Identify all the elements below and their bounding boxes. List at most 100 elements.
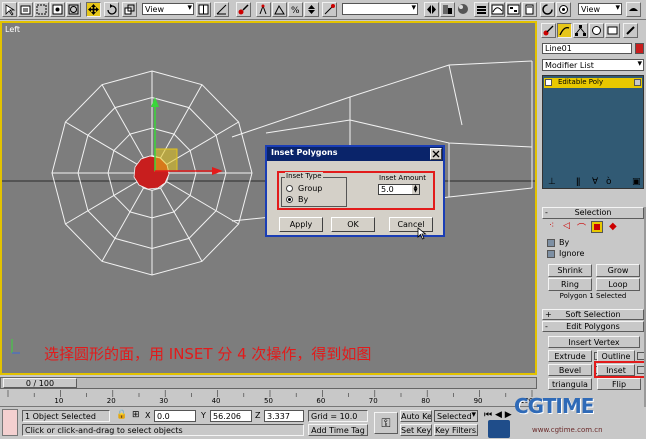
command-panel: Line01 Modifier List Editable Poly ⊥ ǁ ∀… — [539, 21, 646, 410]
show-end-result-icon[interactable]: ǁ — [576, 177, 580, 187]
utilities-tab-icon[interactable] — [623, 23, 638, 38]
select-and-move-icon[interactable] — [86, 2, 101, 17]
extrude-button[interactable]: Extrude — [548, 350, 592, 362]
z-label: Z — [255, 411, 261, 420]
apply-button[interactable]: Apply — [279, 217, 323, 232]
modify-tab-icon[interactable] — [557, 23, 572, 38]
axis-constraints-icon[interactable] — [214, 2, 229, 17]
set-key-icon[interactable]: ⚿ — [374, 412, 398, 434]
insert-vertex-button[interactable]: Insert Vertex — [548, 336, 640, 348]
y-label: Y — [201, 411, 206, 420]
configure-sets-icon[interactable]: ▣ — [632, 177, 641, 187]
pin-stack-icon[interactable]: ⊥ — [548, 177, 556, 187]
snaps-toggle-icon[interactable] — [256, 2, 271, 17]
schematic-view-icon[interactable] — [506, 2, 521, 17]
pivot-center-icon[interactable] — [196, 2, 211, 17]
reference-coordinate-select[interactable]: View — [142, 3, 194, 15]
ok-button[interactable]: OK — [331, 217, 375, 232]
modifier-list-dropdown[interactable]: Modifier List — [542, 59, 644, 71]
time-slider-thumb[interactable]: 0 / 100 — [3, 378, 77, 388]
time-slider[interactable]: 0 / 100 — [0, 377, 537, 389]
track-bar-tick-label: 40 — [211, 397, 221, 405]
inset-button[interactable]: Inset — [597, 364, 635, 376]
select-and-link-icon[interactable] — [66, 2, 81, 17]
track-bar[interactable]: 10 20 30 40 50 60 70 80 90 100 — [0, 390, 537, 407]
object-name-field[interactable]: Line01 — [542, 43, 632, 54]
loop-button[interactable]: Loop — [596, 278, 640, 291]
absolute-mode-icon[interactable]: ⊞ — [132, 410, 140, 420]
lock-selection-icon[interactable]: 🔒 — [116, 410, 127, 420]
element-level-icon[interactable]: ◆ — [609, 221, 617, 232]
group-radio[interactable]: Group — [286, 184, 346, 194]
track-bar-tick-label: 90 — [473, 397, 483, 405]
track-bar-ticks: 10 20 30 40 50 60 70 80 90 100 — [0, 397, 537, 406]
maxscript-listener[interactable] — [2, 409, 18, 436]
vertex-level-icon[interactable]: ⁖ — [549, 221, 554, 231]
set-key-button[interactable]: Set Key — [400, 424, 432, 436]
region-select-icon[interactable] — [34, 2, 49, 17]
playback-controls[interactable]: ⏮ ◀ ▶ — [484, 410, 512, 420]
by-polygon-radio[interactable]: By — [286, 195, 346, 205]
y-coordinate[interactable]: 56.206 — [210, 410, 252, 422]
make-unique-icon[interactable]: ∀ — [592, 177, 598, 187]
angle-snap-icon[interactable] — [272, 2, 287, 17]
auto-key-button[interactable]: Auto Key — [400, 410, 432, 422]
track-bar-tick-label: 10 — [54, 397, 64, 405]
render-type-select[interactable]: View — [578, 3, 622, 15]
flip-button[interactable]: Flip — [597, 378, 641, 390]
select-and-rotate-icon[interactable] — [104, 2, 119, 17]
percent-snap-icon[interactable]: % — [288, 2, 303, 17]
motion-tab-icon[interactable] — [589, 23, 604, 38]
selection-rollout-header[interactable]: - Selection — [542, 207, 644, 219]
stack-item-editable-poly[interactable]: Editable Poly — [544, 78, 642, 88]
named-selection-sets[interactable] — [342, 3, 418, 15]
quick-render-icon[interactable] — [556, 2, 571, 17]
x-coordinate[interactable]: 0.0 — [154, 410, 196, 422]
shrink-button[interactable]: Shrink — [548, 264, 592, 277]
panel-tabs — [539, 21, 646, 39]
track-bar-tick-label: 20 — [106, 397, 116, 405]
track-bar-tick-label: 80 — [421, 397, 431, 405]
polygon-level-icon[interactable] — [591, 221, 603, 233]
align-icon[interactable] — [440, 2, 455, 17]
remove-modifier-icon[interactable]: ò — [606, 177, 612, 187]
track-bar-tick-label: 60 — [316, 397, 326, 405]
window-crossing-icon[interactable] — [50, 2, 65, 17]
add-time-tag-button[interactable]: Add Time Tag — [308, 424, 368, 436]
key-mode-select[interactable]: Selected — [434, 410, 478, 422]
hierarchy-tab-icon[interactable] — [573, 23, 588, 38]
grow-button[interactable]: Grow — [596, 264, 640, 277]
teapot-render-icon[interactable] — [626, 2, 641, 17]
bevel-button[interactable]: Bevel — [548, 364, 592, 376]
select-and-scale-icon[interactable] — [122, 2, 137, 17]
render-setup-icon[interactable] — [522, 2, 537, 17]
object-color-swatch[interactable] — [635, 43, 644, 54]
dialog-close-button[interactable] — [430, 148, 442, 160]
curve-editor-icon[interactable] — [490, 2, 505, 17]
z-coordinate[interactable]: 3.337 — [264, 410, 304, 422]
select-and-manipulate-icon[interactable] — [236, 2, 251, 17]
select-by-name-icon[interactable] — [18, 2, 33, 17]
layer-manager-icon[interactable] — [474, 2, 489, 17]
tutorial-caption: 选择圆形的面，用 INSET 分 4 次操作，得到如图 — [44, 345, 372, 363]
edge-level-icon[interactable]: ◁ — [563, 221, 570, 231]
ring-button[interactable]: Ring — [548, 278, 592, 291]
named-selection-icon[interactable] — [322, 2, 337, 17]
edit-polygons-rollout-header[interactable]: - Edit Polygons — [542, 321, 644, 332]
select-object-icon[interactable] — [2, 2, 17, 17]
dialog-title-bar[interactable]: Inset Polygons — [267, 147, 443, 161]
ignore-checkbox[interactable]: Ignore — [547, 249, 607, 259]
key-filters-button[interactable]: Key Filters... — [434, 424, 478, 436]
mirror-icon[interactable] — [424, 2, 439, 17]
border-level-icon[interactable]: ⌒ — [577, 221, 586, 234]
material-editor-icon[interactable] — [456, 2, 471, 17]
spinner-snap-icon[interactable] — [304, 2, 319, 17]
create-tab-icon[interactable] — [541, 23, 556, 38]
soft-selection-rollout[interactable]: + Soft Selection — [542, 309, 644, 320]
triangulate-button[interactable]: triangula — [548, 378, 592, 390]
display-tab-icon[interactable] — [605, 23, 620, 38]
render-frame-icon[interactable] — [540, 2, 555, 17]
inset-polygons-dialog: Inset Polygons Inset Type Group By Inset… — [265, 145, 445, 240]
by-checkbox[interactable]: By — [547, 238, 607, 248]
inset-amount-spinner[interactable]: 5.0 ▲ ▼ — [378, 184, 420, 195]
